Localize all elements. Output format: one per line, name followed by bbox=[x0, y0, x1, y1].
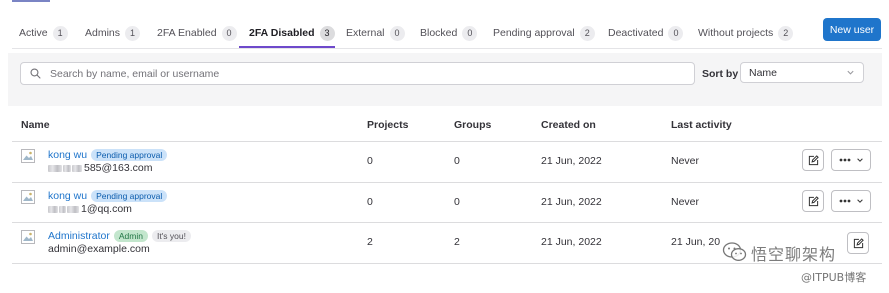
column-header-created-on: Created on bbox=[541, 119, 596, 131]
tab-count: 1 bbox=[52, 25, 68, 41]
pending-approval-badge: Pending approval bbox=[91, 190, 168, 202]
edit-user-button[interactable] bbox=[802, 190, 824, 212]
projects-count: 0 bbox=[367, 196, 373, 208]
groups-count: 0 bbox=[454, 155, 460, 167]
email-text: 585@163.com bbox=[84, 162, 153, 174]
redacted-text bbox=[72, 164, 82, 172]
last-activity: 21 Jun, 20 bbox=[671, 236, 721, 248]
redacted-text bbox=[48, 205, 58, 213]
pencil-square-icon bbox=[808, 154, 819, 165]
created-on-date: 21 Jun, 2022 bbox=[541, 236, 602, 248]
tab-label: Without projects bbox=[698, 27, 774, 39]
redacted-text bbox=[48, 164, 62, 172]
chevron-down-icon bbox=[847, 70, 854, 75]
tab-2fa-enabled[interactable]: 2FA Enabled 0 bbox=[157, 23, 237, 43]
user-name-cell: Administrator Admin It's you! bbox=[48, 230, 191, 242]
broken-avatar-icon bbox=[21, 190, 35, 204]
column-header-projects: Projects bbox=[367, 119, 409, 131]
tab-2fa-disabled[interactable]: 2FA Disabled 3 bbox=[249, 23, 335, 43]
last-activity: Never bbox=[671, 155, 700, 167]
groups-count: 0 bbox=[454, 196, 460, 208]
pending-approval-badge: Pending approval bbox=[91, 149, 168, 161]
sort-value: Name bbox=[749, 66, 778, 79]
tab-label: External bbox=[346, 27, 385, 39]
search-input[interactable] bbox=[48, 66, 672, 81]
watermark-title: 悟空聊架构 bbox=[751, 245, 837, 264]
groups-count: 2 bbox=[454, 236, 460, 248]
column-header-last-activity: Last activity bbox=[671, 119, 732, 131]
tab-label: Blocked bbox=[420, 27, 458, 39]
table-row: kong wu Pending approval 1@qq.com 0 0 21… bbox=[0, 183, 889, 223]
tab-label: Deactivated bbox=[608, 27, 664, 39]
sort-select[interactable]: Name bbox=[740, 62, 864, 83]
search-box[interactable] bbox=[20, 62, 695, 85]
user-name-link[interactable]: Administrator bbox=[48, 230, 110, 242]
its-you-badge: It's you! bbox=[151, 230, 191, 242]
email-text: admin@example.com bbox=[48, 243, 150, 255]
email-text: 1@qq.com bbox=[81, 203, 132, 215]
user-name-cell: kong wu Pending approval bbox=[48, 149, 168, 161]
watermark-subtitle: @ITPUB博客 bbox=[801, 271, 867, 284]
projects-count: 2 bbox=[367, 236, 373, 248]
user-actions-dropdown[interactable] bbox=[831, 149, 871, 171]
chevron-down-icon bbox=[856, 199, 863, 203]
created-on-date: 21 Jun, 2022 bbox=[541, 196, 602, 208]
new-user-button[interactable]: New user bbox=[823, 18, 881, 41]
tab-label: Admins bbox=[85, 27, 121, 39]
tab-without-projects[interactable]: Without projects 2 bbox=[698, 23, 794, 43]
column-header-name: Name bbox=[21, 119, 50, 131]
tab-label: Pending approval bbox=[493, 27, 575, 39]
tab-count: 0 bbox=[389, 25, 405, 41]
ellipsis-icon bbox=[839, 199, 850, 203]
tab-active[interactable]: Active 1 bbox=[19, 23, 68, 43]
pencil-square-icon bbox=[853, 237, 864, 248]
last-activity: Never bbox=[671, 196, 700, 208]
tab-count: 2 bbox=[778, 25, 794, 41]
broken-avatar-icon bbox=[21, 230, 35, 244]
ellipsis-icon bbox=[839, 158, 850, 162]
column-header-groups: Groups bbox=[454, 119, 492, 131]
redacted-text bbox=[67, 205, 79, 213]
tab-count: 0 bbox=[221, 25, 237, 41]
tab-count: 1 bbox=[125, 25, 141, 41]
tab-admins[interactable]: Admins 1 bbox=[85, 23, 141, 43]
active-tab-underline bbox=[239, 46, 335, 48]
user-name-link[interactable]: kong wu bbox=[48, 190, 87, 202]
chevron-down-icon bbox=[856, 158, 863, 162]
tab-deactivated[interactable]: Deactivated 0 bbox=[608, 23, 684, 43]
user-name-link[interactable]: kong wu bbox=[48, 149, 87, 161]
user-actions-dropdown[interactable] bbox=[831, 190, 871, 212]
tab-external[interactable]: External 0 bbox=[346, 23, 405, 43]
tab-count: 0 bbox=[668, 25, 684, 41]
tab-label: 2FA Disabled bbox=[249, 27, 315, 39]
edit-user-button[interactable] bbox=[802, 149, 824, 171]
tab-count: 0 bbox=[462, 25, 478, 41]
wechat-logo-icon bbox=[722, 242, 747, 261]
tab-count: 3 bbox=[319, 25, 335, 41]
top-accent-line bbox=[12, 0, 50, 2]
redacted-text bbox=[63, 164, 71, 172]
user-email: 1@qq.com bbox=[48, 203, 132, 215]
table-row: kong wu Pending approval 585@163.com 0 0… bbox=[0, 142, 889, 182]
user-filter-tabs: Active 1 Admins 1 2FA Enabled 0 2FA Disa… bbox=[12, 14, 882, 49]
user-name-cell: kong wu Pending approval bbox=[48, 190, 168, 202]
tab-label: Active bbox=[19, 27, 48, 39]
filter-bar: Sort by Name bbox=[8, 53, 882, 106]
admin-badge: Admin bbox=[113, 230, 148, 242]
created-on-date: 21 Jun, 2022 bbox=[541, 155, 602, 167]
user-email: admin@example.com bbox=[48, 243, 150, 255]
user-email: 585@163.com bbox=[48, 162, 152, 174]
tab-pending-approval[interactable]: Pending approval 2 bbox=[493, 23, 595, 43]
edit-user-button[interactable] bbox=[847, 232, 869, 254]
search-icon bbox=[30, 68, 41, 79]
pencil-square-icon bbox=[808, 195, 819, 206]
broken-avatar-icon bbox=[21, 149, 35, 163]
tab-label: 2FA Enabled bbox=[157, 27, 217, 39]
redacted-text bbox=[59, 205, 66, 213]
tab-blocked[interactable]: Blocked 0 bbox=[420, 23, 478, 43]
sort-by-label: Sort by bbox=[702, 68, 739, 80]
projects-count: 0 bbox=[367, 155, 373, 167]
tab-count: 2 bbox=[579, 25, 595, 41]
